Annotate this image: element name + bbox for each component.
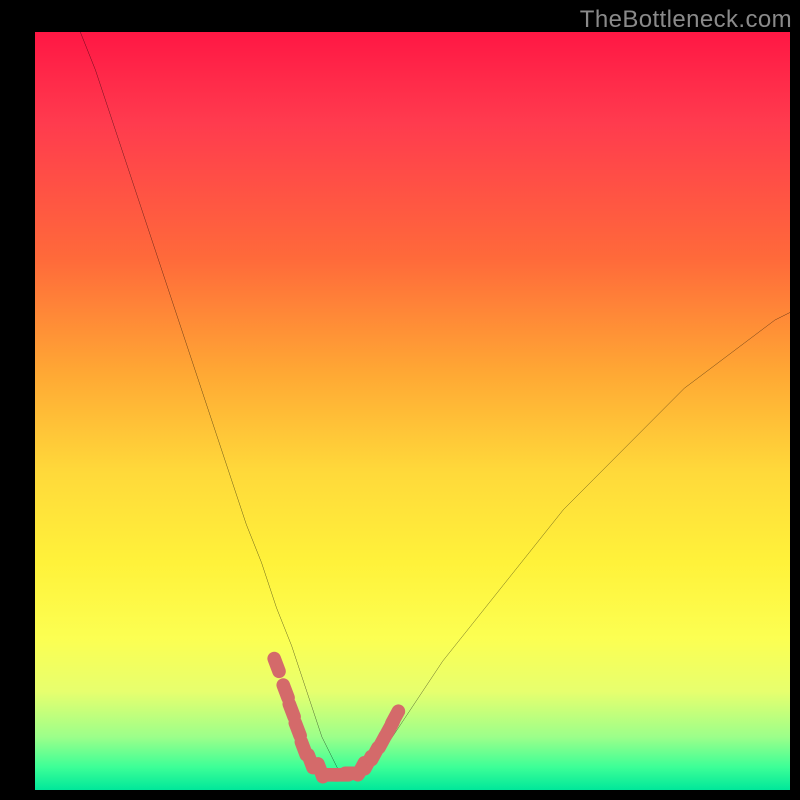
watermark-text: TheBottleneck.com (580, 6, 792, 34)
plot-area (35, 32, 790, 790)
curve-marker (289, 704, 294, 717)
curve-marker (283, 685, 288, 698)
bottleneck-curve (35, 32, 790, 790)
chart-frame: TheBottleneck.com (0, 0, 800, 800)
curve-marker (274, 659, 279, 672)
curve-marker (295, 723, 300, 736)
curve-marker (392, 711, 398, 723)
